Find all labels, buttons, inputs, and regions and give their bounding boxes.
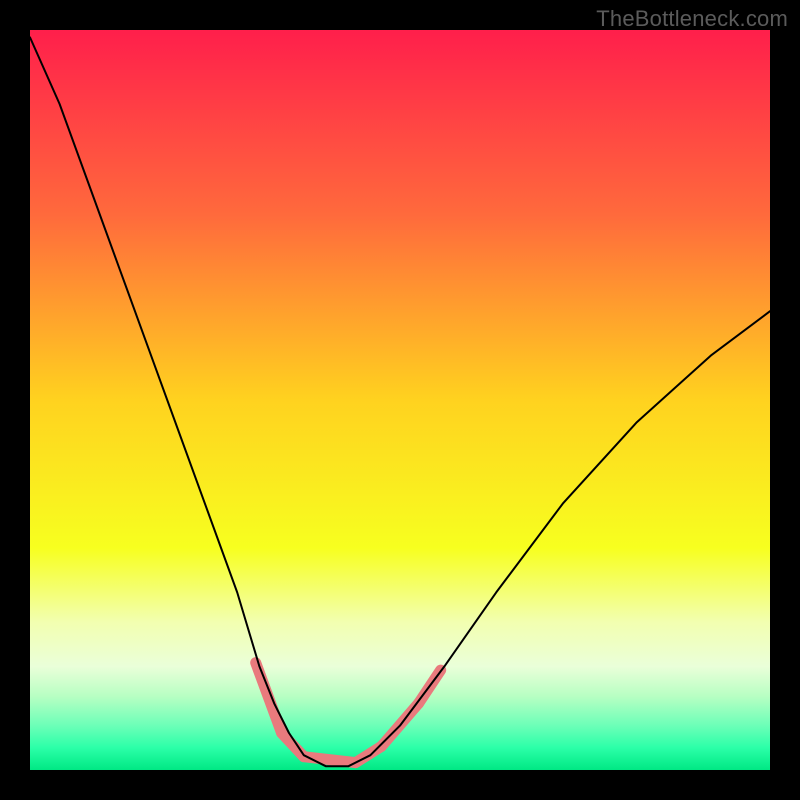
plot-background: [30, 30, 770, 770]
chart-stage: TheBottleneck.com: [0, 0, 800, 800]
bottleneck-chart: [0, 0, 800, 800]
